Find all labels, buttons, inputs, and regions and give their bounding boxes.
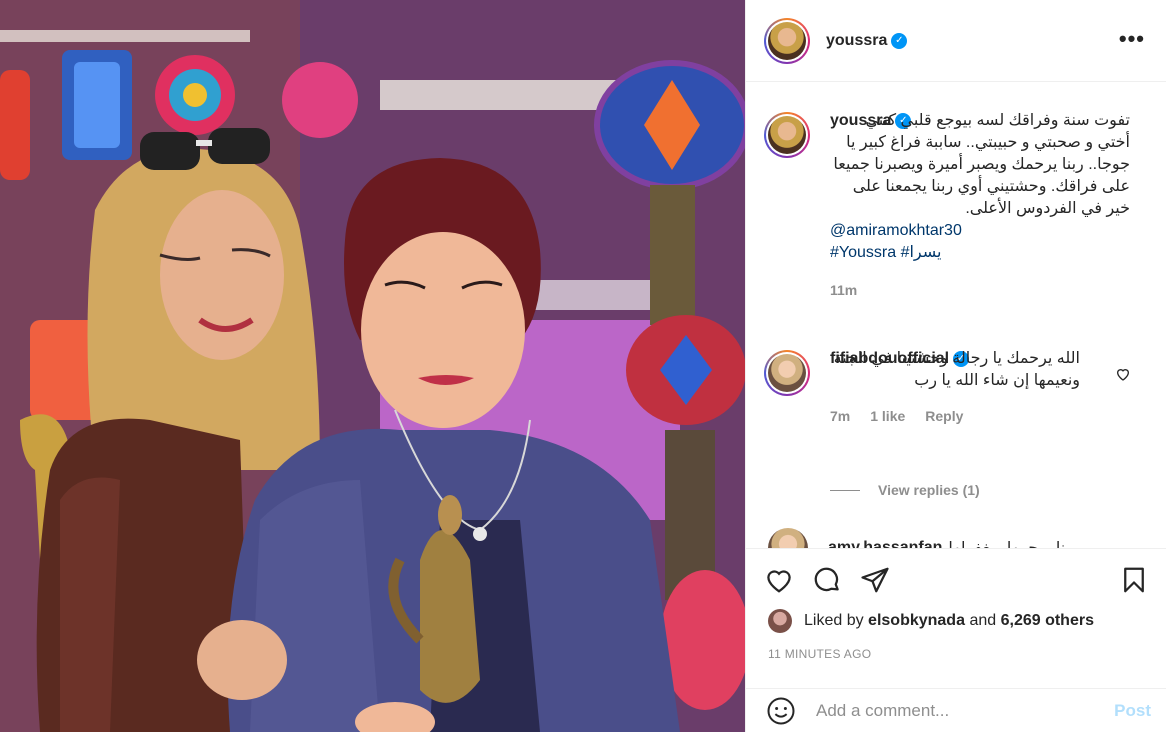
emoji-icon[interactable] <box>766 696 796 726</box>
comment-icon[interactable] <box>812 565 842 595</box>
comment-likes[interactable]: 1 like <box>870 408 905 424</box>
comment-username[interactable]: amy.hassanfan <box>828 539 942 548</box>
comment-text: الله يرحمك يا رجالة وحشتينا في الجنة ونع… <box>833 350 1080 389</box>
caption-text: تفوت سنة وفراقك لسه بيوجع قلبي كنتي أختي… <box>833 112 1130 217</box>
comment-meta: 7m 1 like Reply <box>830 408 1080 424</box>
liker-avatar[interactable] <box>768 609 792 633</box>
caption-mention[interactable]: @amiramokhtar30 <box>830 220 1130 242</box>
likes-count[interactable]: 6,269 others <box>1001 612 1094 630</box>
comment-text: ربنا يرحمها ويغفرلها <box>948 538 1077 548</box>
post-comment-button[interactable]: Post <box>1114 701 1151 721</box>
avatar-image <box>768 21 806 60</box>
liked-by: Liked by elsobkynada and 6,269 others <box>768 609 1094 633</box>
author-avatar[interactable] <box>764 17 810 64</box>
bookmark-icon[interactable] <box>1119 565 1149 595</box>
caption: youssra ✓ تفوت سنة وفراقك لسه بيوجع قلبي… <box>764 112 1130 298</box>
post-timestamp[interactable]: 11 MINUTES AGO <box>768 647 871 661</box>
comment-item: amy.hassanfan ربنا يرحمها ويغفرلها <box>764 528 1078 548</box>
reply-button[interactable]: Reply <box>925 408 963 424</box>
author-info: youssra ✓ <box>826 32 908 50</box>
view-replies-button[interactable]: View replies (1) <box>830 482 980 498</box>
post-header: youssra ✓ ••• <box>746 0 1166 82</box>
liker-username[interactable]: elsobkynada <box>868 612 965 630</box>
comment-time: 7m <box>830 408 851 424</box>
comment-heart-icon[interactable] <box>1115 366 1131 382</box>
post-side-panel: youssra ✓ ••• youssra ✓ تفوت سنة وفراقك … <box>745 0 1166 732</box>
comment-avatar[interactable] <box>768 528 808 548</box>
post-actions: Liked by elsobkynada and 6,269 others 11… <box>746 548 1166 688</box>
add-comment-bar: Add a comment... Post <box>746 688 1166 732</box>
heart-icon[interactable] <box>764 565 794 595</box>
caption-avatar[interactable] <box>764 112 810 158</box>
share-icon[interactable] <box>860 565 890 595</box>
comment-avatar[interactable] <box>764 350 810 396</box>
caption-hashtags[interactable]: #Youssra #يسرا <box>830 242 1130 264</box>
comment-item: fifiabdouofficial ✓ الله يرحمك يا رجالة … <box>764 350 1080 424</box>
comments-section: youssra ✓ تفوت سنة وفراقك لسه بيوجع قلبي… <box>746 82 1166 548</box>
post-photo[interactable] <box>0 0 745 732</box>
caption-time: 11m <box>830 282 858 298</box>
comment-input[interactable]: Add a comment... <box>816 701 1114 721</box>
author-username[interactable]: youssra <box>826 32 887 50</box>
verified-icon: ✓ <box>891 32 908 49</box>
more-options-icon[interactable]: ••• <box>1119 28 1145 50</box>
instagram-post: youssra ✓ ••• youssra ✓ تفوت سنة وفراقك … <box>0 0 1166 732</box>
photo-illustration <box>0 0 745 732</box>
